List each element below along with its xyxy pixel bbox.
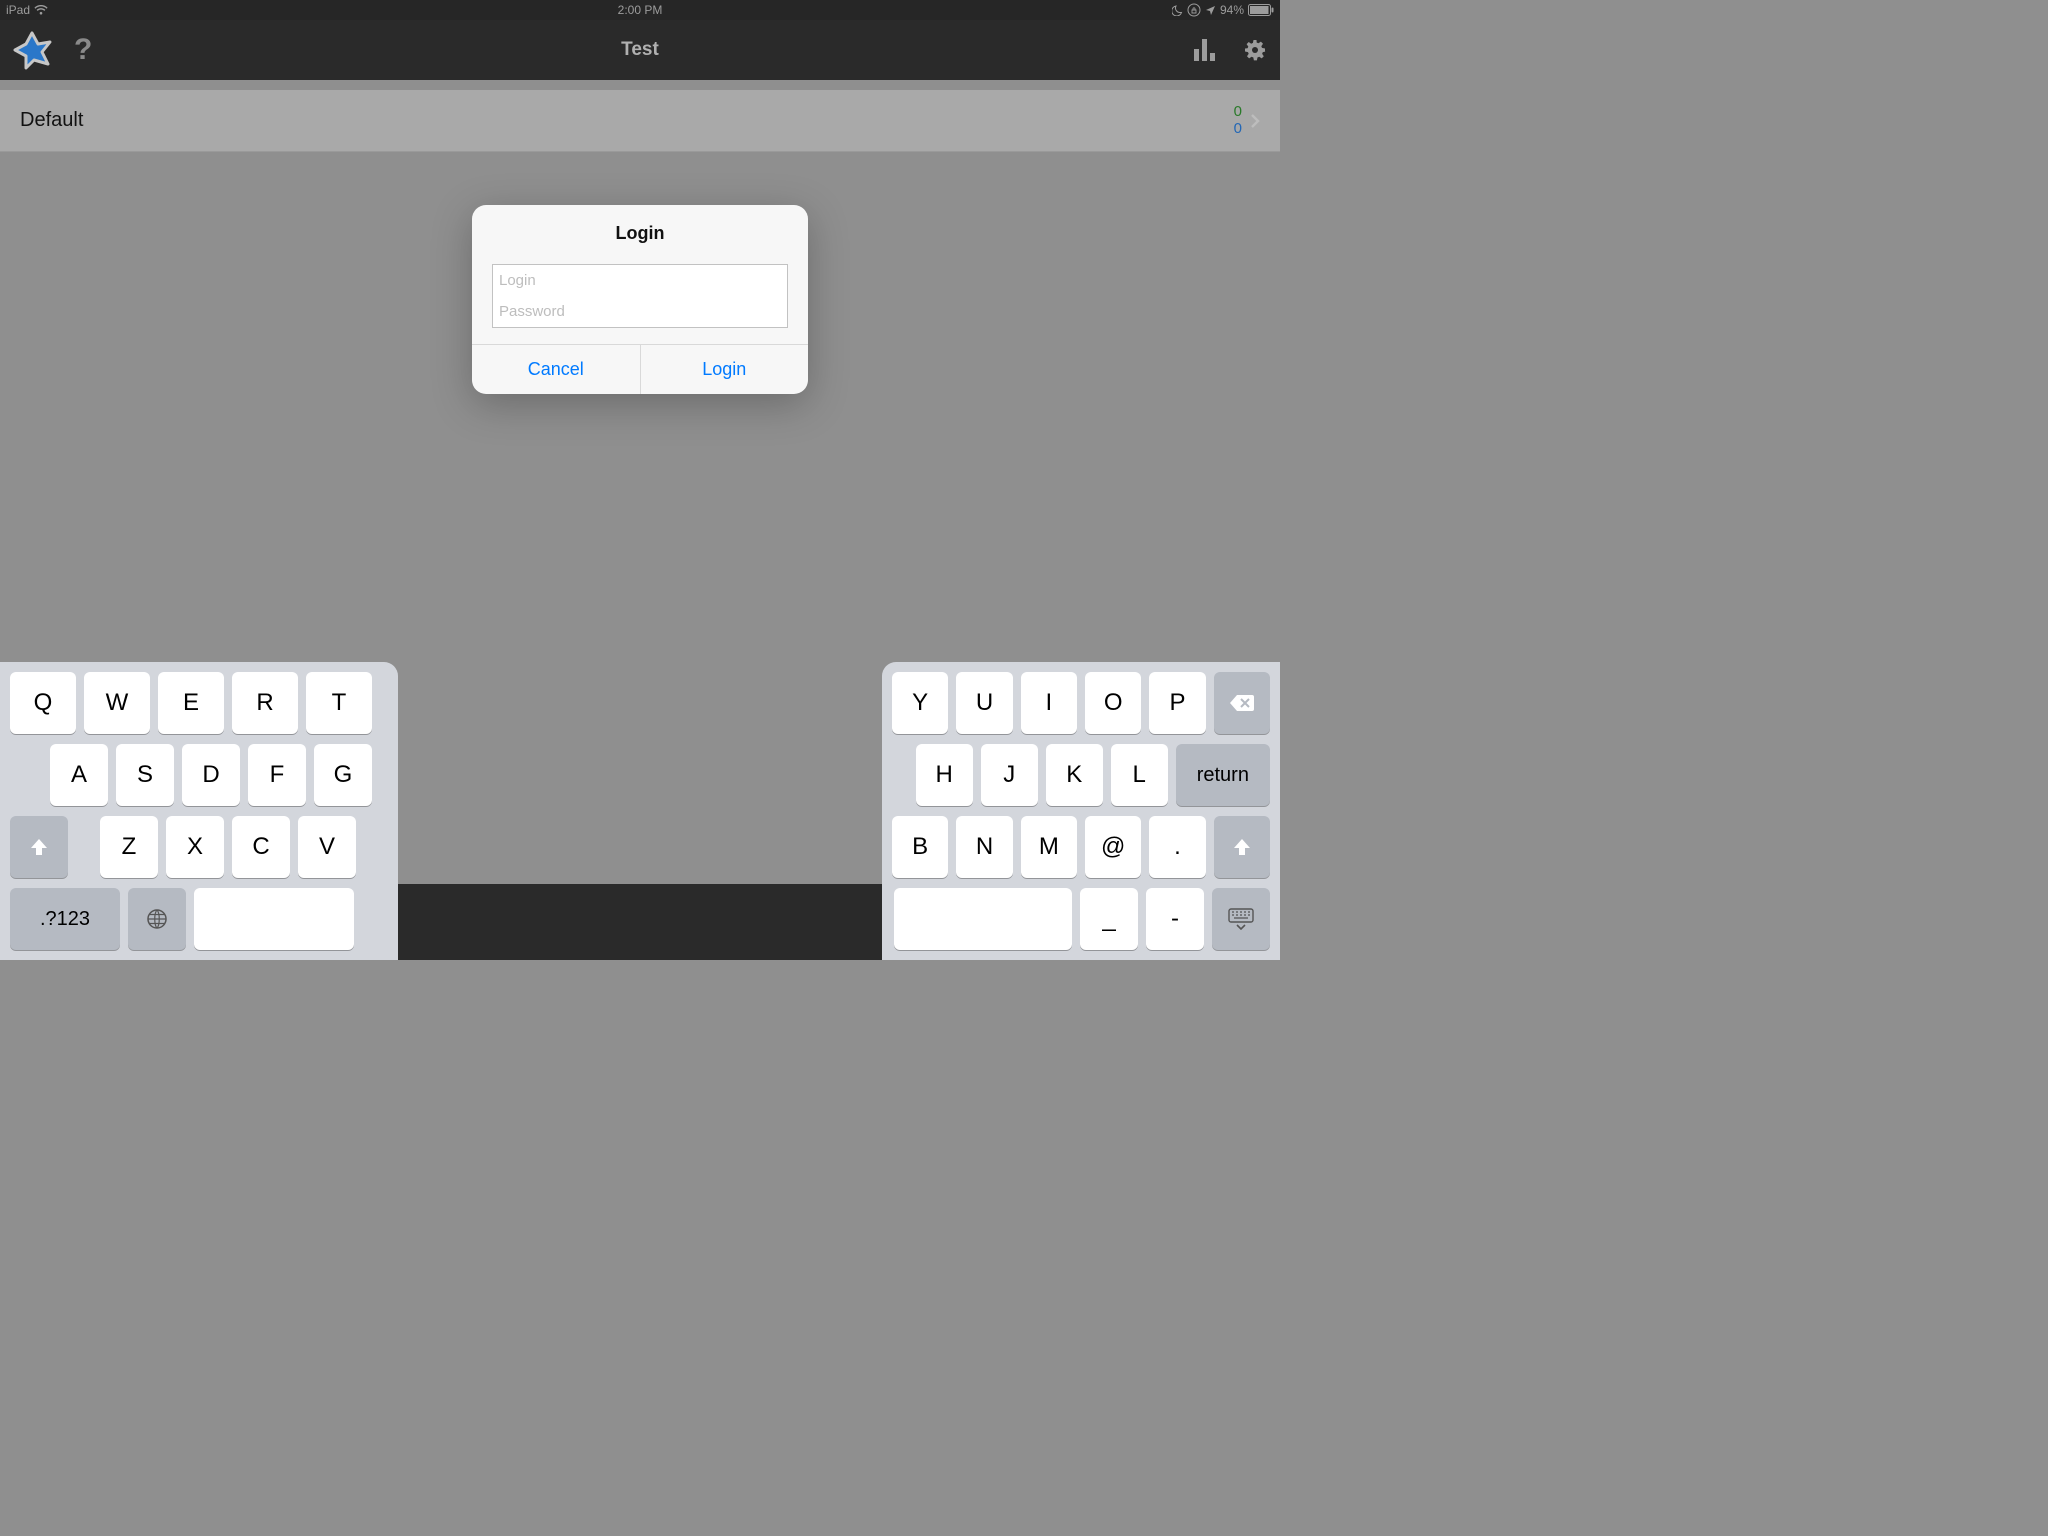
key-m[interactable]: M — [1021, 816, 1077, 878]
key-at[interactable]: @ — [1085, 816, 1141, 878]
login-field[interactable] — [492, 264, 788, 296]
password-field[interactable] — [492, 296, 788, 328]
key-u[interactable]: U — [956, 672, 1012, 734]
key-o[interactable]: O — [1085, 672, 1141, 734]
key-space-left[interactable] — [194, 888, 354, 950]
key-c[interactable]: C — [232, 816, 290, 878]
key-v[interactable]: V — [298, 816, 356, 878]
key-p[interactable]: P — [1149, 672, 1205, 734]
key-return[interactable]: return — [1176, 744, 1270, 806]
key-dot[interactable]: . — [1149, 816, 1205, 878]
key-dismiss-keyboard[interactable] — [1212, 888, 1270, 950]
key-d[interactable]: D — [182, 744, 240, 806]
key-r[interactable]: R — [232, 672, 298, 734]
key-f[interactable]: F — [248, 744, 306, 806]
key-shift-right[interactable] — [1214, 816, 1270, 878]
key-n[interactable]: N — [956, 816, 1012, 878]
key-w[interactable]: W — [84, 672, 150, 734]
key-i[interactable]: I — [1021, 672, 1077, 734]
key-s[interactable]: S — [116, 744, 174, 806]
key-g[interactable]: G — [314, 744, 372, 806]
key-e[interactable]: E — [158, 672, 224, 734]
key-underscore[interactable]: _ — [1080, 888, 1138, 950]
key-hyphen[interactable]: - — [1146, 888, 1204, 950]
key-b[interactable]: B — [892, 816, 948, 878]
login-dialog: Login Cancel Login — [472, 205, 808, 394]
key-shift-left[interactable] — [10, 816, 68, 878]
dialog-title: Login — [472, 205, 808, 258]
key-h[interactable]: H — [916, 744, 973, 806]
key-x[interactable]: X — [166, 816, 224, 878]
key-q[interactable]: Q — [10, 672, 76, 734]
key-t[interactable]: T — [306, 672, 372, 734]
key-space-right[interactable] — [894, 888, 1072, 950]
key-backspace[interactable] — [1214, 672, 1270, 734]
key-z[interactable]: Z — [100, 816, 158, 878]
key-l[interactable]: L — [1111, 744, 1168, 806]
key-j[interactable]: J — [981, 744, 1038, 806]
keyboard-right: Y U I O P H J K L return B N M @ . _ - — [882, 662, 1280, 960]
cancel-button[interactable]: Cancel — [472, 345, 640, 394]
key-globe[interactable] — [128, 888, 186, 950]
key-k[interactable]: K — [1046, 744, 1103, 806]
login-button[interactable]: Login — [640, 345, 809, 394]
key-y[interactable]: Y — [892, 672, 948, 734]
keyboard-left: Q W E R T A S D F G Z X C V .?123 — [0, 662, 398, 960]
key-number-mode[interactable]: .?123 — [10, 888, 120, 950]
key-a[interactable]: A — [50, 744, 108, 806]
